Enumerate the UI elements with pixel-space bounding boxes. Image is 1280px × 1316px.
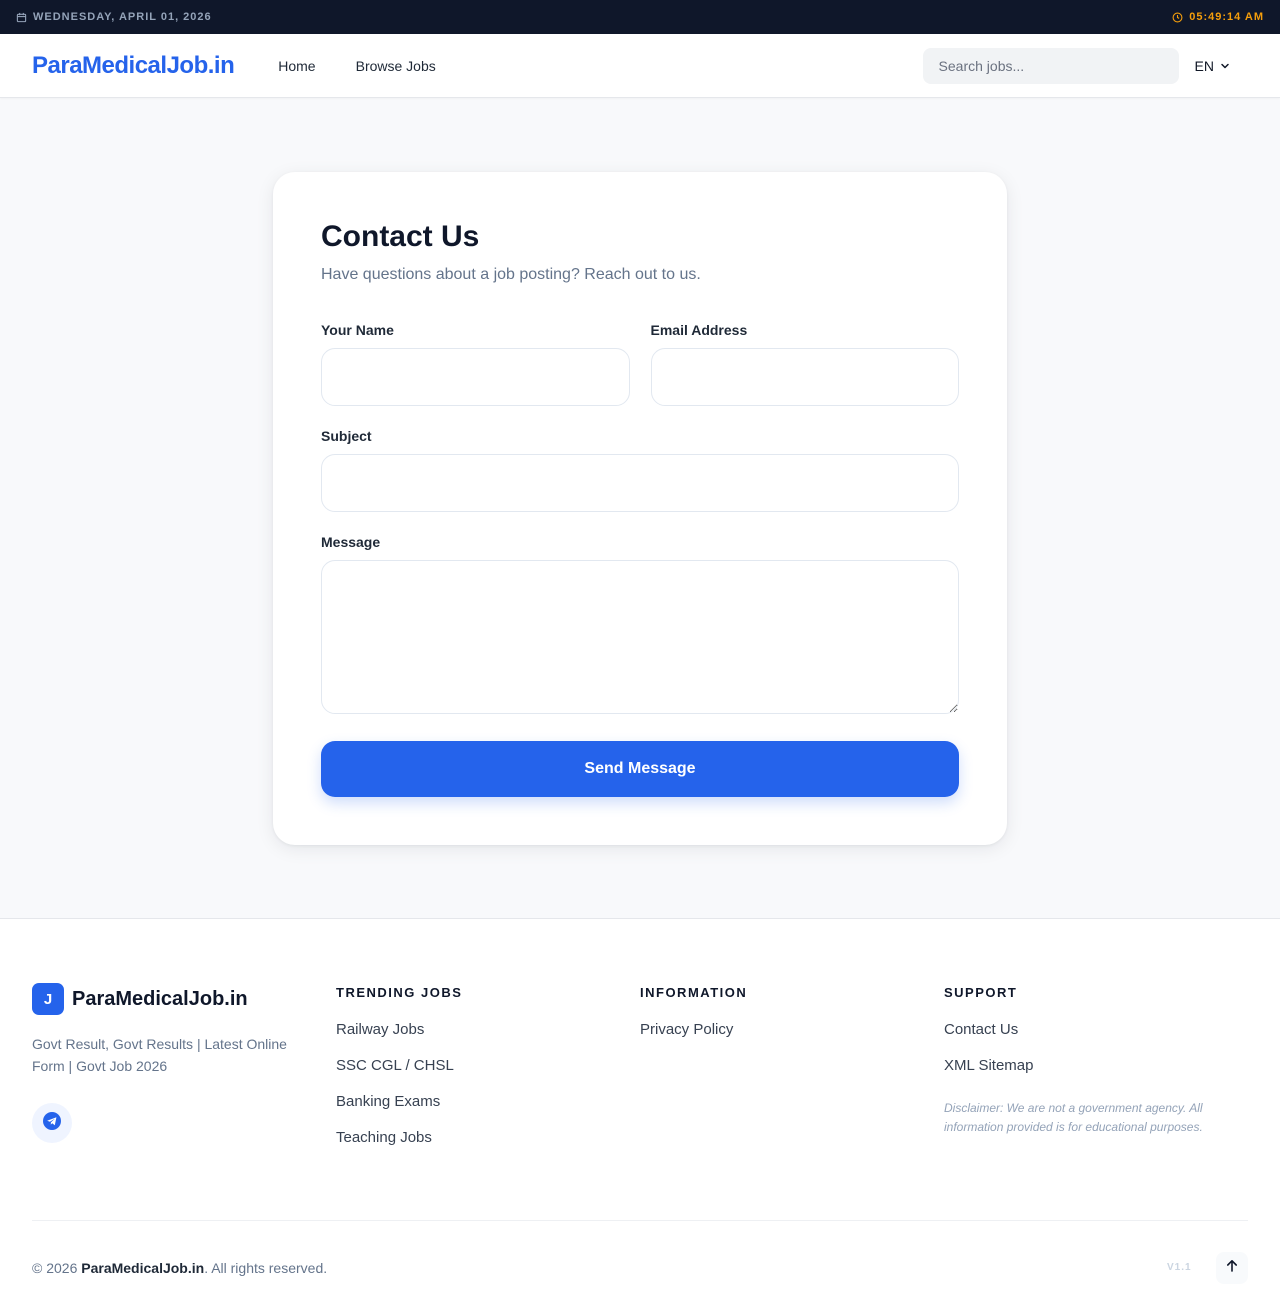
copyright-brand: ParaMedicalJob.in: [81, 1260, 205, 1276]
footer-description: Govt Result, Govt Results | Latest Onlin…: [32, 1036, 287, 1074]
name-label: Your Name: [321, 322, 394, 338]
footer-link-teaching-jobs[interactable]: Teaching Jobs: [336, 1128, 640, 1147]
subject-input[interactable]: [321, 454, 959, 512]
time-text: 05:49:14 AM: [1189, 11, 1264, 23]
footer-link-xml-sitemap[interactable]: XML Sitemap: [944, 1056, 1248, 1075]
footer-heading-trending: TRENDING JOBS: [336, 985, 463, 1000]
footer-logo-badge: J: [32, 983, 64, 1015]
version-label: V1.1: [1167, 1262, 1192, 1273]
subject-label: Subject: [321, 428, 372, 444]
site-footer: J ParaMedicalJob.in Govt Result, Govt Re…: [0, 918, 1280, 1316]
message-label: Message: [321, 534, 381, 550]
copyright-prefix: © 2026: [32, 1260, 82, 1276]
name-input[interactable]: [321, 348, 630, 406]
footer-support-column: SUPPORT Contact Us XML Sitemap Disclaime…: [944, 983, 1248, 1164]
footer-heading-support: SUPPORT: [944, 985, 1018, 1000]
site-logo[interactable]: ParaMedicalJob.in: [32, 52, 235, 80]
clock-icon: [1172, 12, 1183, 23]
date-display: WEDNESDAY, APRIL 01, 2026: [16, 11, 212, 23]
search-input[interactable]: [922, 47, 1179, 84]
page-title: Contact Us: [321, 220, 480, 253]
calendar-icon: [16, 12, 27, 23]
footer-heading-information: INFORMATION: [640, 985, 748, 1000]
footer-link-railway-jobs[interactable]: Railway Jobs: [336, 1020, 640, 1039]
nav-browse-jobs-link[interactable]: Browse Jobs: [356, 58, 436, 74]
footer-disclaimer: Disclaimer: We are not a government agen…: [944, 1101, 1203, 1134]
email-input[interactable]: [650, 348, 959, 406]
footer-trending-column: TRENDING JOBS Railway Jobs SSC CGL / CHS…: [336, 983, 640, 1164]
email-label: Email Address: [650, 322, 748, 338]
telegram-link[interactable]: [32, 1103, 72, 1143]
date-text: WEDNESDAY, APRIL 01, 2026: [33, 11, 212, 23]
time-display: 05:49:14 AM: [1172, 11, 1264, 23]
footer-brand-name: ParaMedicalJob.in: [72, 987, 248, 1010]
scroll-to-top-button[interactable]: [1216, 1252, 1248, 1284]
footer-information-column: INFORMATION Privacy Policy: [640, 983, 944, 1164]
language-selector[interactable]: EN: [1195, 58, 1230, 74]
telegram-icon: [42, 1111, 62, 1136]
copyright-suffix: . All rights reserved.: [204, 1260, 328, 1276]
contact-form-card: Contact Us Have questions about a job po…: [273, 172, 1007, 845]
footer-link-privacy-policy[interactable]: Privacy Policy: [640, 1020, 944, 1039]
main-content: Contact Us Have questions about a job po…: [0, 98, 1280, 918]
nav-home-link[interactable]: Home: [278, 58, 315, 74]
chevron-down-icon: [1220, 58, 1230, 74]
footer-link-ssc-cgl-chsl[interactable]: SSC CGL / CHSL: [336, 1056, 640, 1075]
arrow-up-icon: [1225, 1259, 1239, 1278]
message-textarea[interactable]: [321, 560, 959, 714]
footer-brand-column: J ParaMedicalJob.in Govt Result, Govt Re…: [32, 983, 336, 1164]
send-message-button[interactable]: Send Message: [321, 741, 959, 797]
footer-link-banking-exams[interactable]: Banking Exams: [336, 1092, 640, 1111]
site-header: ParaMedicalJob.in Home Browse Jobs EN: [0, 34, 1280, 98]
top-info-bar: WEDNESDAY, APRIL 01, 2026 05:49:14 AM: [0, 0, 1280, 34]
main-nav: Home Browse Jobs: [278, 58, 436, 74]
page-subtitle: Have questions about a job posting? Reac…: [321, 266, 701, 283]
footer-divider: [32, 1220, 1248, 1221]
language-label: EN: [1194, 57, 1214, 74]
copyright-text: © 2026 ParaMedicalJob.in. All rights res…: [32, 1260, 327, 1276]
footer-link-contact-us[interactable]: Contact Us: [944, 1020, 1248, 1039]
